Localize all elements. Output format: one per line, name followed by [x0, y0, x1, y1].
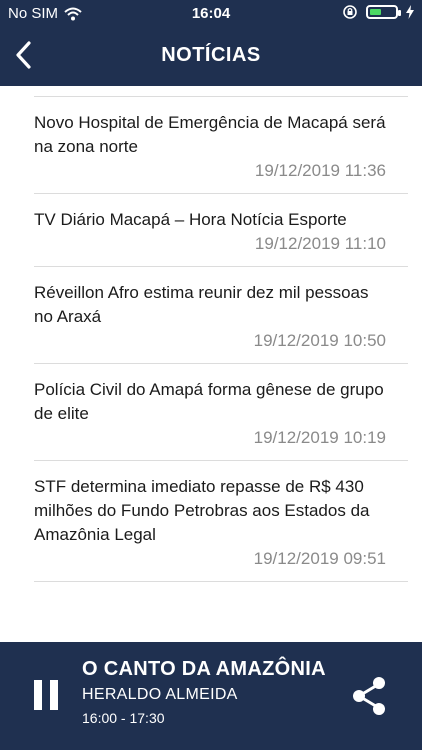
- news-headline: TV Diário Macapá – Hora Notícia Esporte: [34, 210, 347, 229]
- news-date: 19/12/2019 10:19: [253, 428, 386, 447]
- charging-icon: [406, 5, 414, 19]
- news-date: 19/12/2019 10:50: [253, 331, 386, 350]
- news-list[interactable]: Novo Hospital de Emergência de Macapá se…: [0, 86, 422, 642]
- news-headline: Polícia Civil do Amapá forma gênese de g…: [34, 380, 384, 423]
- pause-icon: [34, 680, 42, 710]
- news-headline: Novo Hospital de Emergência de Macapá se…: [34, 113, 386, 156]
- pause-button[interactable]: [34, 680, 60, 710]
- header-bar: No SIM 16:04 NOTÍCIAS: [0, 0, 422, 86]
- news-item[interactable]: Novo Hospital de Emergência de Macapá se…: [34, 97, 408, 194]
- share-icon: [353, 677, 385, 715]
- radio-player-bar: O CANTO DA AMAZÔNIA HERALDO ALMEIDA 16:0…: [0, 642, 422, 750]
- page-title: NOTÍCIAS: [161, 44, 261, 66]
- nav-bar: NOTÍCIAS: [0, 28, 422, 84]
- list-top-divider: [34, 86, 408, 97]
- news-headline: STF determina imediato repasse de R$ 430…: [34, 477, 370, 544]
- share-button[interactable]: [350, 676, 388, 716]
- news-item[interactable]: Réveillon Afro estima reunir dez mil pes…: [34, 267, 408, 364]
- status-right-group: [342, 4, 414, 20]
- pause-icon-bar: [50, 680, 58, 710]
- news-item[interactable]: STF determina imediato repasse de R$ 430…: [34, 461, 408, 582]
- news-date: 19/12/2019 09:51: [253, 549, 386, 568]
- news-item[interactable]: Polícia Civil do Amapá forma gênese de g…: [34, 364, 408, 461]
- news-date: 19/12/2019 11:10: [254, 234, 386, 253]
- news-headline: Réveillon Afro estima reunir dez mil pes…: [34, 283, 369, 326]
- news-date: 19/12/2019 11:36: [254, 161, 386, 180]
- program-title: O CANTO DA AMAZÔNIA: [82, 658, 326, 680]
- battery-icon: [366, 5, 401, 19]
- program-host: HERALDO ALMEIDA: [82, 686, 238, 703]
- program-schedule: 16:00 - 17:30: [82, 710, 165, 726]
- status-bar: No SIM 16:04: [0, 0, 422, 28]
- news-item[interactable]: TV Diário Macapá – Hora Notícia Esporte …: [34, 194, 408, 267]
- orientation-lock-icon: [343, 5, 357, 19]
